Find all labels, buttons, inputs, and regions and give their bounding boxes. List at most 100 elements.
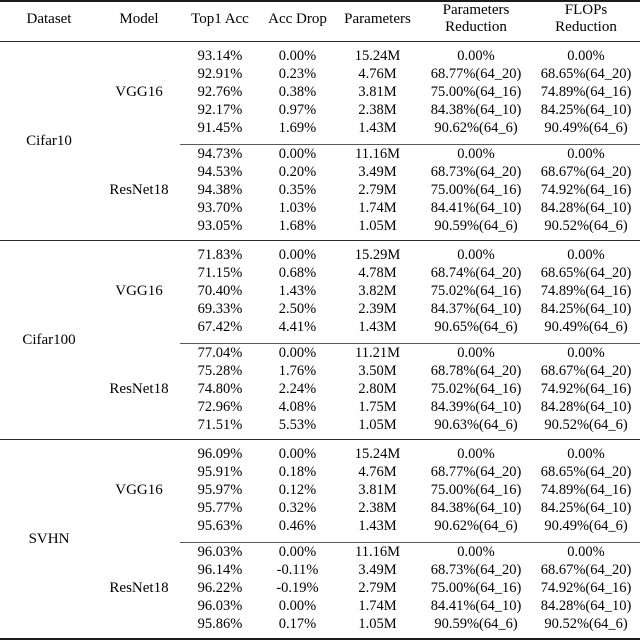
cell-top1: 91.45%: [197, 120, 243, 136]
cell-flops_red: 84.28%(64_10): [540, 399, 632, 415]
cell-parameters: 2.79M: [358, 182, 397, 198]
cell-flops_red: 84.28%(64_10): [540, 598, 632, 614]
cell-top1: 96.09%: [197, 446, 243, 462]
column-header-model: Model: [119, 11, 159, 27]
cell-flops_red: 84.28%(64_10): [540, 200, 632, 216]
cell-top1: 96.14%: [197, 562, 243, 578]
model-label: VGG16: [115, 84, 163, 100]
cell-acc_drop: 0.12%: [278, 482, 317, 498]
dataset-label: Cifar10: [26, 133, 72, 149]
midrule-line: [180, 336, 640, 344]
cell-parameters: 11.16M: [355, 544, 400, 560]
cell-top1: 69.33%: [197, 301, 243, 317]
cell-params_red: 75.00%(64_16): [430, 84, 522, 100]
cell-flops_red: 90.52%(64_6): [544, 417, 628, 433]
cell-flops_red: 68.67%(64_20): [540, 562, 632, 578]
cell-parameters: 3.49M: [358, 562, 397, 578]
cell-flops_red: 90.49%(64_6): [544, 518, 628, 534]
cell-params_red: 0.00%: [457, 544, 495, 560]
cell-top1: 71.83%: [197, 247, 243, 263]
cell-parameters: 11.21M: [355, 345, 400, 361]
column-header-parameters-reduction-line2: Reduction: [445, 19, 507, 35]
cell-params_red: 0.00%: [457, 146, 495, 162]
cell-top1: 96.03%: [197, 598, 243, 614]
column-header-flops-reduction: FLOPs Reduction: [532, 2, 640, 41]
cell-parameters: 2.79M: [358, 580, 397, 596]
cell-parameters: 15.29M: [354, 247, 401, 263]
cell-acc_drop: 0.00%: [278, 345, 317, 361]
cell-top1: 95.77%: [197, 500, 243, 516]
model-label: ResNet18: [109, 380, 169, 397]
cell-top1: 94.53%: [197, 164, 243, 180]
cell-acc_drop: 0.20%: [278, 164, 317, 180]
column-header-top1-acc: Top1 Acc: [191, 11, 249, 27]
cell-top1: 93.05%: [197, 218, 243, 234]
dataset-label: Cifar100: [22, 332, 76, 348]
cell-params_red: 0.00%: [457, 247, 495, 263]
cell-params_red: 75.02%(64_16): [430, 283, 522, 299]
cell-acc_drop: 0.00%: [278, 247, 317, 263]
cell-params_red: 90.59%(64_6): [434, 218, 518, 234]
cell-params_red: 90.62%(64_6): [434, 120, 518, 136]
dataset-label: SVHN: [28, 531, 70, 547]
cell-params_red: 84.38%(64_10): [430, 500, 522, 516]
cell-acc_drop: -0.11%: [276, 562, 319, 578]
cell-acc_drop: 2.50%: [278, 301, 317, 317]
cell-acc_drop: 0.68%: [278, 265, 317, 281]
model-label: VGG16: [115, 283, 163, 299]
cell-top1: 94.38%: [197, 182, 243, 198]
cell-top1: 95.86%: [197, 616, 243, 632]
table-body-mount: Cifar10 VGG16 93.14% 0.00% 15.24M 0.00% 0.00% 9…: [0, 42, 640, 640]
cell-flops_red: 0.00%: [567, 446, 605, 462]
cell-flops_red: 74.89%(64_16): [540, 482, 632, 498]
cell-top1: 96.22%: [197, 580, 243, 596]
results-table-figure: Dataset Model Top1 Acc Acc Drop Paramete…: [0, 0, 640, 640]
cell-acc_drop: 1.03%: [278, 200, 317, 216]
column-header-parameters-reduction: Parameters Reduction: [420, 2, 532, 41]
cell-parameters: 4.76M: [358, 66, 397, 82]
cell-acc_drop: 0.32%: [278, 500, 317, 516]
cell-acc_drop: 4.08%: [278, 399, 317, 415]
cell-acc_drop: 0.38%: [278, 84, 317, 100]
model-label: VGG16: [115, 482, 163, 498]
cell-params_red: 68.77%(64_20): [430, 66, 522, 82]
results-table: Dataset Model Top1 Acc Acc Drop Paramete…: [0, 2, 640, 41]
cell-parameters: 3.81M: [358, 482, 397, 498]
cell-acc_drop: 0.00%: [278, 146, 317, 162]
cell-params_red: 84.41%(64_10): [430, 200, 522, 216]
cell-params_red: 90.65%(64_6): [434, 319, 518, 335]
cell-top1: 67.42%: [197, 319, 243, 335]
cell-flops_red: 84.25%(64_10): [540, 301, 632, 317]
column-header-flops-reduction-line2: Reduction: [555, 19, 617, 35]
cell-params_red: 68.73%(64_20): [430, 562, 522, 578]
cell-params_red: 84.38%(64_10): [430, 102, 522, 118]
cell-top1: 92.76%: [197, 84, 243, 100]
cell-params_red: 75.02%(64_16): [430, 381, 522, 397]
cell-params_red: 0.00%: [457, 345, 495, 361]
cell-acc_drop: 0.00%: [278, 544, 317, 560]
cell-top1: 72.96%: [197, 399, 243, 415]
cell-flops_red: 74.92%(64_16): [540, 381, 632, 397]
cell-flops_red: 74.92%(64_16): [540, 580, 632, 596]
cell-acc_drop: 5.53%: [278, 417, 317, 433]
cell-params_red: 68.73%(64_20): [430, 164, 522, 180]
cell-params_red: 0.00%: [457, 446, 495, 462]
cell-flops_red: 74.89%(64_16): [540, 283, 632, 299]
midrule-gap: [98, 535, 180, 543]
cell-top1: 93.14%: [197, 48, 243, 64]
cell-flops_red: 68.67%(64_20): [540, 363, 632, 379]
cell-flops_red: 68.65%(64_20): [540, 66, 632, 82]
column-header-acc-drop: Acc Drop: [268, 11, 327, 27]
table-row: SVHN VGG16 96.09% 0.00% 15.24M 0.00% 0.00%: [0, 445, 640, 547]
cell-acc_drop: 1.69%: [278, 120, 317, 136]
cell-flops_red: 0.00%: [567, 146, 605, 162]
cell-parameters: 1.05M: [358, 218, 397, 234]
midrule-gap: [98, 137, 180, 145]
cell-parameters: 3.50M: [358, 363, 397, 379]
cell-acc_drop: 0.18%: [278, 464, 317, 480]
cell-params_red: 84.37%(64_10): [430, 301, 522, 317]
cell-parameters: 1.74M: [358, 598, 397, 614]
column-header-parameters: Parameters: [344, 11, 411, 27]
dataset-group-cifar100: Cifar100 VGG16 71.83% 0.00% 15.29M 0.00% 0.00%…: [0, 241, 640, 439]
cell-parameters: 1.74M: [358, 200, 397, 216]
